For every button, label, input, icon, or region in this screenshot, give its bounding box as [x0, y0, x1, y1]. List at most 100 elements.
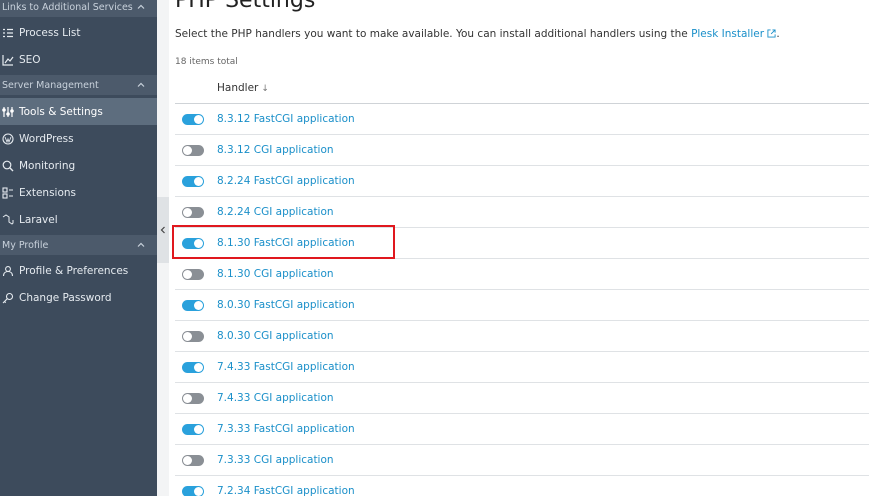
sidebar-item-label: Extensions — [19, 186, 77, 199]
chevron-up-icon — [137, 82, 145, 87]
handler-link[interactable]: 8.0.30 CGI application — [217, 330, 334, 342]
table-row: 8.3.12 FastCGI application — [175, 104, 869, 135]
list-icon — [2, 27, 14, 39]
chart-icon — [2, 54, 14, 66]
section-label: Server Management — [2, 79, 99, 91]
handler-link[interactable]: 8.0.30 FastCGI application — [217, 299, 355, 311]
tools-icon — [2, 106, 14, 118]
toggle-knob — [194, 487, 203, 496]
sidebar-item-extensions[interactable]: Extensions — [0, 179, 157, 206]
toggle-knob — [183, 208, 192, 217]
sidebar-item-process-list[interactable]: Process List — [0, 19, 157, 46]
toggle-knob — [194, 115, 203, 124]
handler-link[interactable]: 8.3.12 FastCGI application — [217, 113, 355, 125]
section-server-management[interactable]: Server Management — [0, 75, 157, 95]
extensions-icon — [2, 186, 14, 199]
section-label: My Profile — [2, 239, 49, 251]
table-row: 8.2.24 FastCGI application — [175, 166, 869, 197]
sidebar-item-change-password[interactable]: Change Password — [0, 284, 157, 311]
handler-toggle[interactable] — [182, 393, 204, 404]
table-row: 8.3.12 CGI application — [175, 135, 869, 166]
handler-toggle[interactable] — [182, 362, 204, 373]
handler-link[interactable]: 7.3.33 FastCGI application — [217, 423, 355, 435]
chevron-left-icon — [160, 226, 165, 234]
handler-toggle[interactable] — [182, 331, 204, 342]
sidebar-item-label: SEO — [19, 53, 41, 66]
sidebar-item-laravel[interactable]: Laravel — [0, 206, 157, 233]
section-links-additional-services[interactable]: Links to Additional Services — [0, 0, 157, 17]
handlers-table: Handler ↓ 8.3.12 FastCGI application 8.3.1… — [175, 73, 869, 496]
handler-toggle[interactable] — [182, 207, 204, 218]
handler-toggle[interactable] — [182, 455, 204, 466]
table-row: 7.3.33 CGI application — [175, 445, 869, 476]
toggle-knob — [194, 425, 203, 434]
profile-icon — [2, 265, 14, 277]
wordpress-icon — [2, 132, 14, 145]
sidebar-item-label: Change Password — [19, 291, 112, 304]
handler-link[interactable]: 8.1.30 FastCGI application — [217, 237, 355, 249]
sidebar-item-monitoring[interactable]: Monitoring — [0, 152, 157, 179]
handler-column-header[interactable]: Handler ↓ — [217, 82, 269, 94]
sidebar-item-label: Process List — [19, 26, 81, 39]
toggle-knob — [183, 456, 192, 465]
section-label: Links to Additional Services — [2, 1, 133, 13]
sidebar-item-profile-preferences[interactable]: Profile & Preferences — [0, 257, 157, 284]
sidebar-item-label: Monitoring — [19, 159, 76, 172]
handler-toggle[interactable] — [182, 300, 204, 311]
table-row: 8.1.30 CGI application — [175, 259, 869, 290]
handler-toggle[interactable] — [182, 424, 204, 435]
description-suffix: . — [776, 28, 780, 40]
table-row: 7.3.33 FastCGI application — [175, 414, 869, 445]
chevron-up-icon — [137, 242, 145, 247]
table-row: 7.2.34 FastCGI application — [175, 476, 869, 496]
table-row: 8.0.30 CGI application — [175, 321, 869, 352]
sidebar-item-label: Laravel — [19, 213, 58, 226]
handler-link[interactable]: 7.2.34 FastCGI application — [217, 485, 355, 496]
description-text: Select the PHP handlers you want to make… — [175, 28, 692, 40]
toggle-knob — [194, 363, 203, 372]
handler-link[interactable]: 8.3.12 CGI application — [217, 144, 334, 156]
page-description: Select the PHP handlers you want to make… — [175, 28, 780, 40]
table-row: 8.1.30 FastCGI application — [175, 228, 869, 259]
sidebar-item-wordpress[interactable]: WordPress — [0, 125, 157, 152]
handler-toggle[interactable] — [182, 486, 204, 496]
toggle-knob — [183, 394, 192, 403]
handler-toggle[interactable] — [182, 269, 204, 280]
table-row: 7.4.33 CGI application — [175, 383, 869, 414]
handler-link[interactable]: 7.4.33 FastCGI application — [217, 361, 355, 373]
handler-toggle[interactable] — [182, 145, 204, 156]
laravel-icon — [2, 213, 14, 226]
toggle-knob — [183, 146, 192, 155]
handler-toggle[interactable] — [182, 176, 204, 187]
toggle-knob — [194, 301, 203, 310]
toggle-knob — [183, 332, 192, 341]
page-title: PHP Settings — [175, 0, 316, 13]
handler-link[interactable]: 7.4.33 CGI application — [217, 392, 334, 404]
toggle-knob — [183, 270, 192, 279]
sidebar-item-label: WordPress — [19, 132, 74, 145]
section-my-profile[interactable]: My Profile — [0, 235, 157, 255]
handler-link[interactable]: 8.2.24 FastCGI application — [217, 175, 355, 187]
handler-link[interactable]: 7.3.33 CGI application — [217, 454, 334, 466]
sort-descending-icon: ↓ — [261, 84, 269, 94]
key-icon — [2, 292, 14, 304]
items-total: 18 items total — [175, 57, 238, 67]
chevron-up-icon — [137, 4, 145, 9]
table-row: 7.4.33 FastCGI application — [175, 352, 869, 383]
handler-toggle[interactable] — [182, 114, 204, 125]
table-header: Handler ↓ — [175, 73, 869, 104]
handler-link[interactable]: 8.2.24 CGI application — [217, 206, 334, 218]
table-row: 8.0.30 FastCGI application — [175, 290, 869, 321]
sidebar: Links to Additional Services Process Lis… — [0, 0, 157, 496]
sidebar-item-label: Profile & Preferences — [19, 264, 129, 277]
sidebar-item-tools-settings[interactable]: Tools & Settings — [0, 98, 157, 125]
toggle-knob — [194, 239, 203, 248]
handler-toggle[interactable] — [182, 238, 204, 249]
toggle-knob — [194, 177, 203, 186]
table-row: 8.2.24 CGI application — [175, 197, 869, 228]
sidebar-item-seo[interactable]: SEO — [0, 46, 157, 73]
plesk-installer-link[interactable]: Plesk Installer — [691, 28, 776, 40]
monitoring-icon — [2, 160, 14, 172]
sidebar-collapse-button[interactable] — [157, 197, 169, 263]
handler-link[interactable]: 8.1.30 CGI application — [217, 268, 334, 280]
